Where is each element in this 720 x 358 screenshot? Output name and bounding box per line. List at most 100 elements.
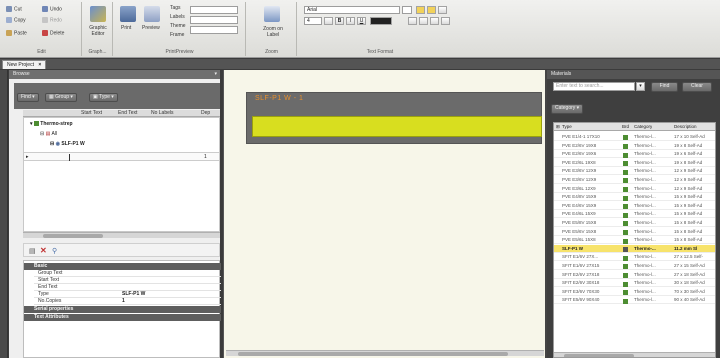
properties-category-serial[interactable]: Serial properties — [24, 306, 221, 313]
copy-button[interactable]: Copy — [6, 17, 26, 23]
frame-justify-button[interactable] — [441, 17, 450, 25]
print-preview-icon[interactable] — [144, 6, 160, 22]
material-search-input[interactable]: Enter text to search... — [553, 82, 635, 91]
redo-button[interactable]: Redo — [42, 17, 62, 23]
materials-horizontal-scrollbar[interactable] — [554, 352, 715, 357]
find-button[interactable]: Find ▾ — [17, 93, 39, 102]
category-button[interactable]: Category ▾ — [551, 104, 584, 114]
table-row[interactable]: PVE E2/6L 19X8 Thermo-l... 19 x 8 Self-Ad — [554, 159, 715, 167]
table-row[interactable]: PVE E5/6V 15X8 Thermo-l... 15 x 8 Self-Ad — [554, 228, 715, 236]
column-start-text[interactable]: Start Text — [81, 110, 102, 117]
expand-icon[interactable]: ⊞ — [556, 124, 560, 130]
font-family-select[interactable]: Arial — [304, 6, 400, 14]
italic-button[interactable]: I — [346, 17, 355, 25]
table-row[interactable]: PVE E4/8V 15X9 Thermo-l... 15 x 9 Self-Ad — [554, 193, 715, 202]
new-icon[interactable]: ▤ — [29, 247, 36, 255]
close-icon[interactable]: × — [38, 62, 41, 68]
type-button[interactable]: ▣ Type ▾ — [89, 93, 118, 102]
column-category[interactable]: Category — [634, 124, 652, 129]
printer-icon[interactable] — [120, 6, 136, 22]
zoom-on-label-icon[interactable] — [264, 6, 280, 22]
property-value[interactable]: 1 — [122, 298, 125, 305]
cut-button[interactable]: Cut — [6, 6, 22, 12]
zoom-on-label-button[interactable]: Zoom on Label — [257, 26, 289, 38]
table-row[interactable]: SFIT E1/6V 27X... Thermo-l... 27 x 12.5 Se… — [554, 253, 715, 262]
column-type[interactable]: Type — [562, 124, 572, 129]
tree-node-slf-p1w[interactable]: ⊟ ◉ SLF-P1 W — [50, 141, 85, 147]
table-row[interactable]: PVE E3/6V 12X9 Thermo-l... 12 x 9 Self-Ad — [554, 167, 715, 176]
collapse-icon[interactable]: ⊟ — [40, 131, 44, 137]
table-row[interactable]: PVE E5/6L 15X8 Thermo-l... 15 x 8 Self-Ad — [554, 236, 715, 245]
column-description[interactable]: Description — [674, 124, 697, 129]
column-end-text[interactable]: End Text — [118, 110, 137, 117]
collapse-icon[interactable]: ▾ — [30, 121, 33, 127]
clear-material-button[interactable]: Clear — [682, 82, 712, 92]
align-center-button[interactable] — [427, 6, 436, 14]
table-row[interactable]: SFIT E1/6V 27X15 Thermo-l... 27 x 15 Self-… — [554, 262, 715, 270]
table-row[interactable]: SFIT E5/6V 90X40 Thermo-l... 90 x 40 Self-… — [554, 296, 715, 305]
scroll-thumb[interactable] — [43, 234, 103, 238]
align-left-button[interactable] — [416, 6, 425, 14]
canvas-horizontal-scrollbar[interactable] — [226, 350, 544, 356]
property-row[interactable]: No.Copies 1 — [34, 298, 221, 305]
table-row[interactable]: PVE E3/6V 12X9 Thermo-l... 12 x 9 Self-Ad — [554, 176, 715, 184]
property-value[interactable]: SLF-P1 W — [122, 291, 145, 298]
table-row[interactable]: PVE E1/4-1 17X10 Thermo-l... 17 x 10 Self-… — [554, 133, 715, 141]
labels-dropdown[interactable] — [190, 16, 238, 24]
property-row[interactable]: Type SLF-P1 W — [34, 291, 221, 298]
preview-button[interactable]: Preview — [142, 25, 160, 31]
property-row[interactable]: Group Text — [34, 270, 221, 277]
label-preview[interactable]: SLF-P1 W - 1 — [246, 92, 542, 144]
theme-dropdown[interactable] — [190, 26, 238, 34]
table-row[interactable]: PVE E4/6L 15X9 Thermo-l... 15 x 9 Self-Ad — [554, 210, 715, 219]
table-row[interactable]: ▸ 1 — [24, 152, 219, 161]
group-button[interactable]: ▦ Group ▾ — [45, 93, 77, 102]
tree-node-all[interactable]: ⊟ ▤ All — [40, 131, 57, 137]
table-row[interactable]: SLF-P1 W Thermo-... 11.2 mm Sl — [554, 244, 715, 253]
graphic-editor-icon[interactable] — [90, 6, 106, 22]
label-marker-area[interactable] — [252, 116, 542, 137]
column-brd[interactable]: Brd — [622, 124, 629, 129]
size-input[interactable]: 4 — [304, 17, 322, 25]
undo-button[interactable]: Undo — [42, 6, 62, 12]
table-row[interactable]: SFIT E3/6V 70X30 Thermo-l... 70 x 30 Self-… — [554, 288, 715, 296]
property-row[interactable]: End Text — [34, 284, 221, 291]
table-row[interactable]: PVE E3/6L 12X9 Thermo-l... 12 x 9 Self-Ad — [554, 185, 715, 193]
print-button[interactable]: Print — [121, 25, 131, 31]
table-row[interactable]: PVE E4/6V 15X9 Thermo-l... 15 x 9 Self-Ad — [554, 202, 715, 210]
label-canvas[interactable]: SLF-P1 W - 1 — [223, 70, 545, 358]
table-row[interactable]: SFIT E2/6V 27X18 Thermo-l... 27 x 18 Self-… — [554, 271, 715, 279]
column-no-labels[interactable]: No Labels — [151, 110, 174, 117]
graphic-editor-button[interactable]: Graphic Editor — [86, 25, 110, 37]
tree-node-root[interactable]: ▾ Thermo-strep — [30, 121, 73, 127]
collapse-icon[interactable]: ⊟ — [50, 141, 54, 147]
paste-button[interactable]: Paste — [6, 30, 27, 36]
increase-font-button[interactable] — [324, 17, 333, 25]
bold-button[interactable]: B — [335, 17, 344, 25]
align-right-button[interactable] — [438, 6, 447, 14]
delete-icon[interactable]: ✕ — [40, 246, 47, 255]
search-dropdown-button[interactable]: ▾ — [636, 82, 645, 91]
side-toolbox-strip[interactable] — [0, 70, 8, 358]
tree-horizontal-scrollbar[interactable] — [23, 232, 220, 238]
pin-icon[interactable]: ▾ — [214, 70, 217, 79]
underline-button[interactable]: U — [357, 17, 366, 25]
table-row[interactable]: SFIT E2/6V 30X18 Thermo-l... 30 x 18 Self-… — [554, 279, 715, 288]
frame-right-button[interactable] — [430, 17, 439, 25]
table-row[interactable]: PVE E2/6V 19X6 Thermo-l... 19 x 6 Self-Ad — [554, 150, 715, 159]
table-row[interactable]: PVE E5/8V 15X8 Thermo-l... 15 x 8 Self-Ad — [554, 219, 715, 227]
font-size-select[interactable] — [402, 6, 412, 14]
property-row[interactable]: Start Text — [34, 277, 221, 284]
properties-category-text-attributes[interactable]: Text Attributes — [24, 314, 221, 321]
properties-category-basic[interactable]: Basic — [24, 263, 221, 270]
column-dep[interactable]: Dep — [201, 110, 210, 117]
table-row[interactable]: PVE E2/6V 19X8 Thermo-l... 19 x 8 Self-Ad — [554, 142, 715, 150]
frame-center-button[interactable] — [419, 17, 428, 25]
frame-left-button[interactable] — [408, 17, 417, 25]
delete-button[interactable]: Delete — [42, 30, 64, 36]
scroll-thumb[interactable] — [238, 352, 508, 356]
text-color-button[interactable] — [370, 17, 392, 25]
pin-icon[interactable]: ⚲ — [52, 247, 57, 255]
scroll-thumb[interactable] — [564, 354, 634, 357]
find-material-button[interactable]: Find — [651, 82, 678, 92]
